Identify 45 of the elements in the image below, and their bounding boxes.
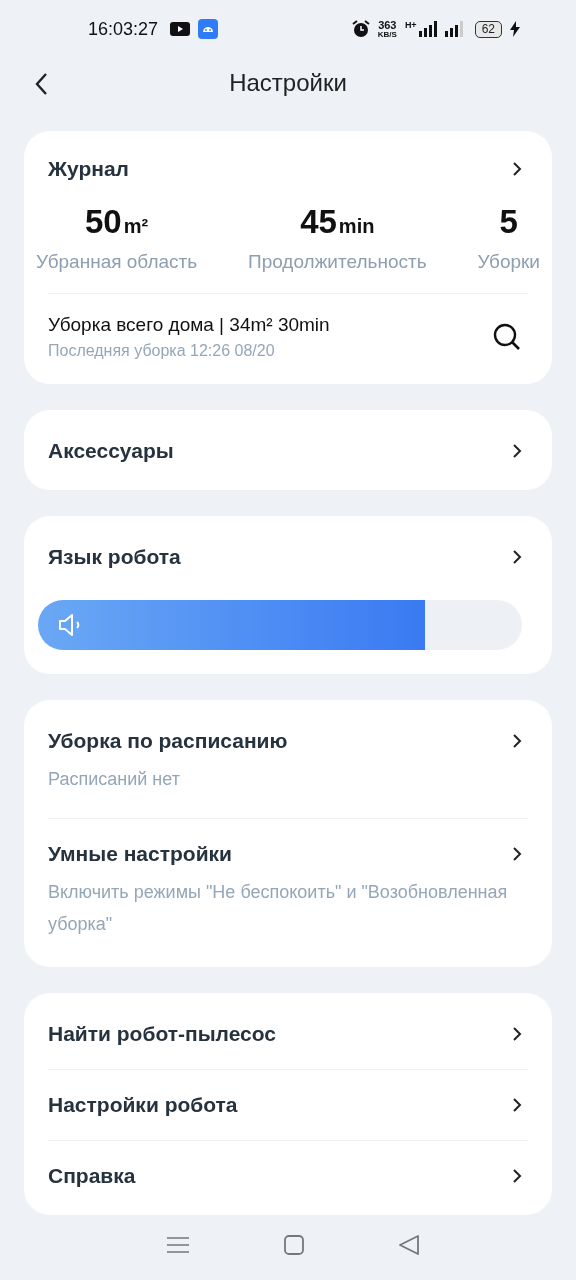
network-type: H+	[404, 20, 417, 30]
settings-item[interactable]: Умные настройки	[48, 842, 232, 866]
back-nav-icon[interactable]	[397, 1234, 420, 1256]
last-cleaning-time: Последняя уборка 12:26 08/20	[48, 342, 276, 360]
stat-unit: min	[338, 215, 375, 238]
stat-value: 50	[85, 203, 122, 241]
item-description: Включить режимы "Не беспокоить" и "Возобновленная уборка"	[48, 881, 509, 936]
stat-value: 45	[300, 203, 337, 241]
settings-item[interactable]: Справка	[48, 1164, 136, 1188]
settings-item[interactable]: Уборка по расписанию	[48, 729, 288, 753]
speed-value: 363	[378, 19, 397, 31]
chevron-icon[interactable]	[512, 1026, 522, 1042]
home-icon[interactable]	[283, 1234, 305, 1256]
chevron-icon[interactable]	[512, 549, 522, 565]
chevron-icon[interactable]	[512, 846, 522, 862]
search-icon[interactable]	[492, 322, 522, 352]
settings-item[interactable]: Язык робота	[48, 545, 181, 569]
stat-value: 5	[499, 203, 518, 241]
alarm-icon	[351, 20, 370, 38]
stat-label: Убранная область	[36, 251, 198, 273]
chevron-icon[interactable]	[512, 443, 522, 459]
journal-title[interactable]: Журнал	[48, 157, 129, 181]
settings-item[interactable]: Аксессуары	[48, 439, 174, 463]
stat-label: Уборки	[477, 251, 540, 273]
chevron-icon[interactable]	[512, 1168, 522, 1184]
item-description: Расписаний нет	[48, 768, 181, 791]
stat-unit: m²	[123, 215, 149, 238]
page-title: Настройки	[229, 69, 347, 97]
battery-indicator: 62	[474, 20, 502, 38]
menu-icon[interactable]	[166, 1235, 191, 1255]
chevron-icon[interactable]	[512, 161, 522, 177]
speed-unit: KB/S	[377, 30, 397, 39]
signal-icon	[418, 21, 437, 37]
chevron-icon[interactable]	[512, 1097, 522, 1113]
back-icon[interactable]	[34, 72, 48, 96]
status-time: 16:03:27	[88, 18, 159, 40]
chevron-icon[interactable]	[512, 733, 522, 749]
video-app-icon	[170, 22, 191, 36]
volume-slider[interactable]	[38, 600, 522, 650]
stat-label: Продолжительность	[247, 251, 427, 273]
settings-item[interactable]: Настройки робота	[48, 1093, 238, 1117]
last-cleaning-title: Уборка всего дома | 34m² 30min	[48, 314, 330, 336]
settings-item[interactable]: Найти робот-пылесос	[48, 1022, 276, 1046]
android-app-icon	[198, 19, 219, 39]
charging-icon	[510, 21, 520, 37]
